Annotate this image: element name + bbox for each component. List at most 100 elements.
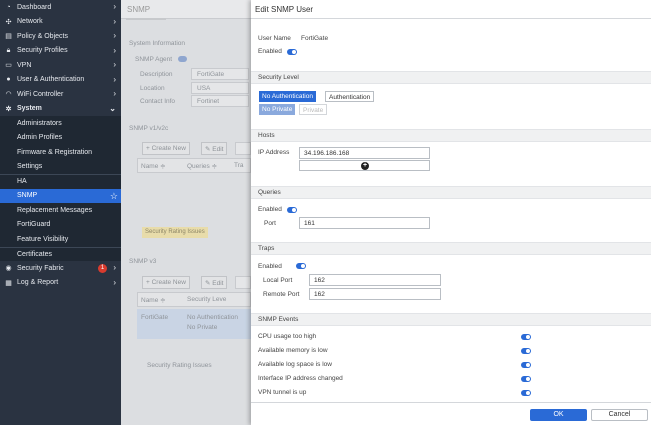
description-field[interactable]: FortiGate — [191, 68, 249, 80]
event-cpu-usage-toggle[interactable] — [521, 334, 531, 340]
create-new-v3-button[interactable]: + Create New — [142, 276, 190, 289]
authentication-option[interactable]: Authentication — [325, 91, 375, 102]
queries-enabled-label: Enabled — [258, 206, 282, 213]
event-memory-low-toggle[interactable] — [521, 348, 531, 354]
page-title: SNMP — [121, 0, 251, 19]
chevron-right-icon: › — [113, 60, 116, 69]
remote-port-label: Remote Port — [263, 291, 300, 298]
location-field[interactable]: USA — [191, 82, 249, 94]
no-private-option[interactable]: No Private — [259, 104, 296, 115]
event-ip-changed-label: Interface IP address changed — [258, 375, 343, 382]
ip-address-input[interactable]: 34.196.186.168 — [299, 147, 430, 159]
lock-icon: 🔒︎ — [6, 46, 11, 54]
description-label: Description — [140, 71, 173, 78]
security-level-column-header[interactable]: Security Leve — [187, 296, 226, 303]
queries-heading: Queries — [251, 186, 651, 199]
sidebar-item-system[interactable]: ✲ System ⌄ — [0, 102, 121, 117]
panel-footer: OK Cancel — [251, 402, 651, 425]
event-cpu-usage-label: CPU usage too high — [258, 333, 317, 340]
policy-icon: ▤ — [5, 33, 12, 41]
private-option[interactable]: Private — [299, 104, 328, 115]
event-ip-changed-toggle[interactable] — [521, 376, 531, 382]
snmp-agent-toggle[interactable] — [178, 56, 187, 62]
sidebar-item-ha[interactable]: HA — [0, 174, 121, 189]
cancel-button[interactable]: Cancel — [591, 409, 648, 421]
chevron-right-icon: › — [113, 45, 116, 55]
remote-port-input[interactable]: 162 — [309, 288, 441, 300]
event-log-space-toggle[interactable] — [521, 362, 531, 368]
fabric-icon: ◉ — [5, 265, 12, 273]
contact-info-label: Contact Info — [140, 98, 176, 105]
sidebar-item-snmp[interactable]: SNMP ☆ — [0, 188, 121, 203]
sidebar-item-network[interactable]: ✣ Network › — [0, 15, 121, 30]
ok-button[interactable]: OK — [530, 409, 587, 421]
chevron-right-icon: › — [113, 89, 116, 98]
chevron-right-icon: › — [113, 74, 116, 84]
queries-column-header[interactable]: Queries ≑ — [187, 162, 217, 170]
v3-name-column-header[interactable]: Name ≑ — [141, 296, 166, 304]
sidebar: ◔ Dashboard › ✣ Network › ▤ Policy & Objects ›… — [0, 0, 121, 425]
snmp-v3-heading: SNMP v3 — [129, 258, 157, 265]
sidebar-item-firmware[interactable]: Firmware & Registration — [0, 145, 121, 160]
sidebar-item-feature-visibility[interactable]: Feature Visibility — [0, 232, 121, 247]
sidebar-item-policy-objects[interactable]: ▤ Policy & Objects › — [0, 29, 121, 44]
chevron-right-icon: › — [113, 31, 116, 40]
hosts-heading: Hosts — [251, 129, 651, 142]
traps-enabled-toggle[interactable] — [296, 263, 306, 269]
event-memory-low-label: Available memory is low — [258, 347, 328, 354]
delete-v3-button[interactable] — [235, 276, 251, 289]
sidebar-item-vpn[interactable]: ▭ VPN › — [0, 58, 121, 73]
add-host-button[interactable]: + — [299, 160, 430, 171]
snmp-v1v2c-heading: SNMP v1/v2c — [129, 125, 169, 132]
sidebar-item-admin-profiles[interactable]: Admin Profiles — [0, 130, 121, 145]
create-new-button[interactable]: + Create New — [142, 142, 190, 155]
sidebar-item-dashboard[interactable]: ◔ Dashboard › — [0, 0, 121, 15]
row-security-level: No Authentication — [187, 314, 238, 321]
location-label: Location — [140, 85, 165, 92]
snmp-events-heading: SNMP Events — [251, 313, 651, 326]
traps-enabled-label: Enabled — [258, 263, 282, 270]
local-port-input[interactable]: 162 — [309, 274, 441, 286]
user-name-value: FortiGate — [301, 35, 329, 42]
user-icon: ● — [6, 76, 11, 84]
no-authentication-option[interactable]: No Authentication — [259, 91, 316, 102]
sidebar-item-security-fabric[interactable]: ◉ Security Fabric 1 › — [0, 261, 121, 276]
sidebar-item-certificates[interactable]: Certificates — [0, 246, 121, 261]
event-vpn-up-toggle[interactable] — [521, 390, 531, 396]
row-private-level: No Private — [187, 324, 218, 331]
queries-enabled-toggle[interactable] — [287, 207, 297, 213]
sidebar-item-settings[interactable]: Settings — [0, 159, 121, 174]
sidebar-item-replacement-messages[interactable]: Replacement Messages — [0, 203, 121, 218]
plus-icon: + — [361, 162, 369, 170]
security-rating-issues-badge[interactable]: Security Rating Issues — [142, 227, 208, 238]
sidebar-item-security-profiles[interactable]: 🔒︎ Security Profiles › — [0, 44, 121, 59]
sidebar-item-administrators[interactable]: Administrators — [0, 116, 121, 131]
event-log-space-label: Available log space is low — [258, 361, 332, 368]
notification-badge: 1 — [98, 264, 107, 273]
edit-v3-button[interactable]: ✎ Edit — [201, 276, 228, 289]
network-icon: ✣ — [5, 18, 12, 26]
chevron-right-icon: › — [113, 263, 116, 272]
security-rating-issues-link[interactable]: Security Rating Issues — [147, 362, 212, 369]
security-level-heading: Security Level — [251, 71, 651, 84]
name-column-header[interactable]: Name ≑ — [141, 162, 166, 170]
chevron-right-icon: › — [113, 277, 116, 287]
edit-snmp-user-panel: Edit SNMP User User Name FortiGate Enabl… — [251, 0, 651, 425]
edit-button[interactable]: ✎ Edit — [201, 142, 228, 155]
row-name: FortiGate — [141, 314, 169, 321]
tab-underline — [126, 18, 166, 20]
background-page: SNMP System Information SNMP Agent Descr… — [121, 0, 251, 425]
sidebar-item-wifi[interactable]: ◠ WiFi Controller › — [0, 87, 121, 102]
contact-info-field[interactable]: Fortinet — [191, 95, 249, 107]
enabled-toggle[interactable] — [287, 49, 297, 55]
sidebar-item-user-auth[interactable]: ● User & Authentication › — [0, 73, 121, 88]
user-name-label: User Name — [258, 35, 291, 42]
delete-button[interactable] — [235, 142, 251, 155]
star-icon[interactable]: ☆ — [110, 191, 118, 202]
sidebar-item-log-report[interactable]: ▦ Log & Report › — [0, 276, 121, 291]
queries-port-input[interactable]: 161 — [299, 217, 430, 229]
queries-port-label: Port — [264, 220, 276, 227]
dashboard-icon: ◔ — [6, 3, 11, 11]
traps-column-header[interactable]: Tra — [234, 162, 244, 169]
sidebar-item-fortiguard[interactable]: FortiGuard — [0, 217, 121, 232]
